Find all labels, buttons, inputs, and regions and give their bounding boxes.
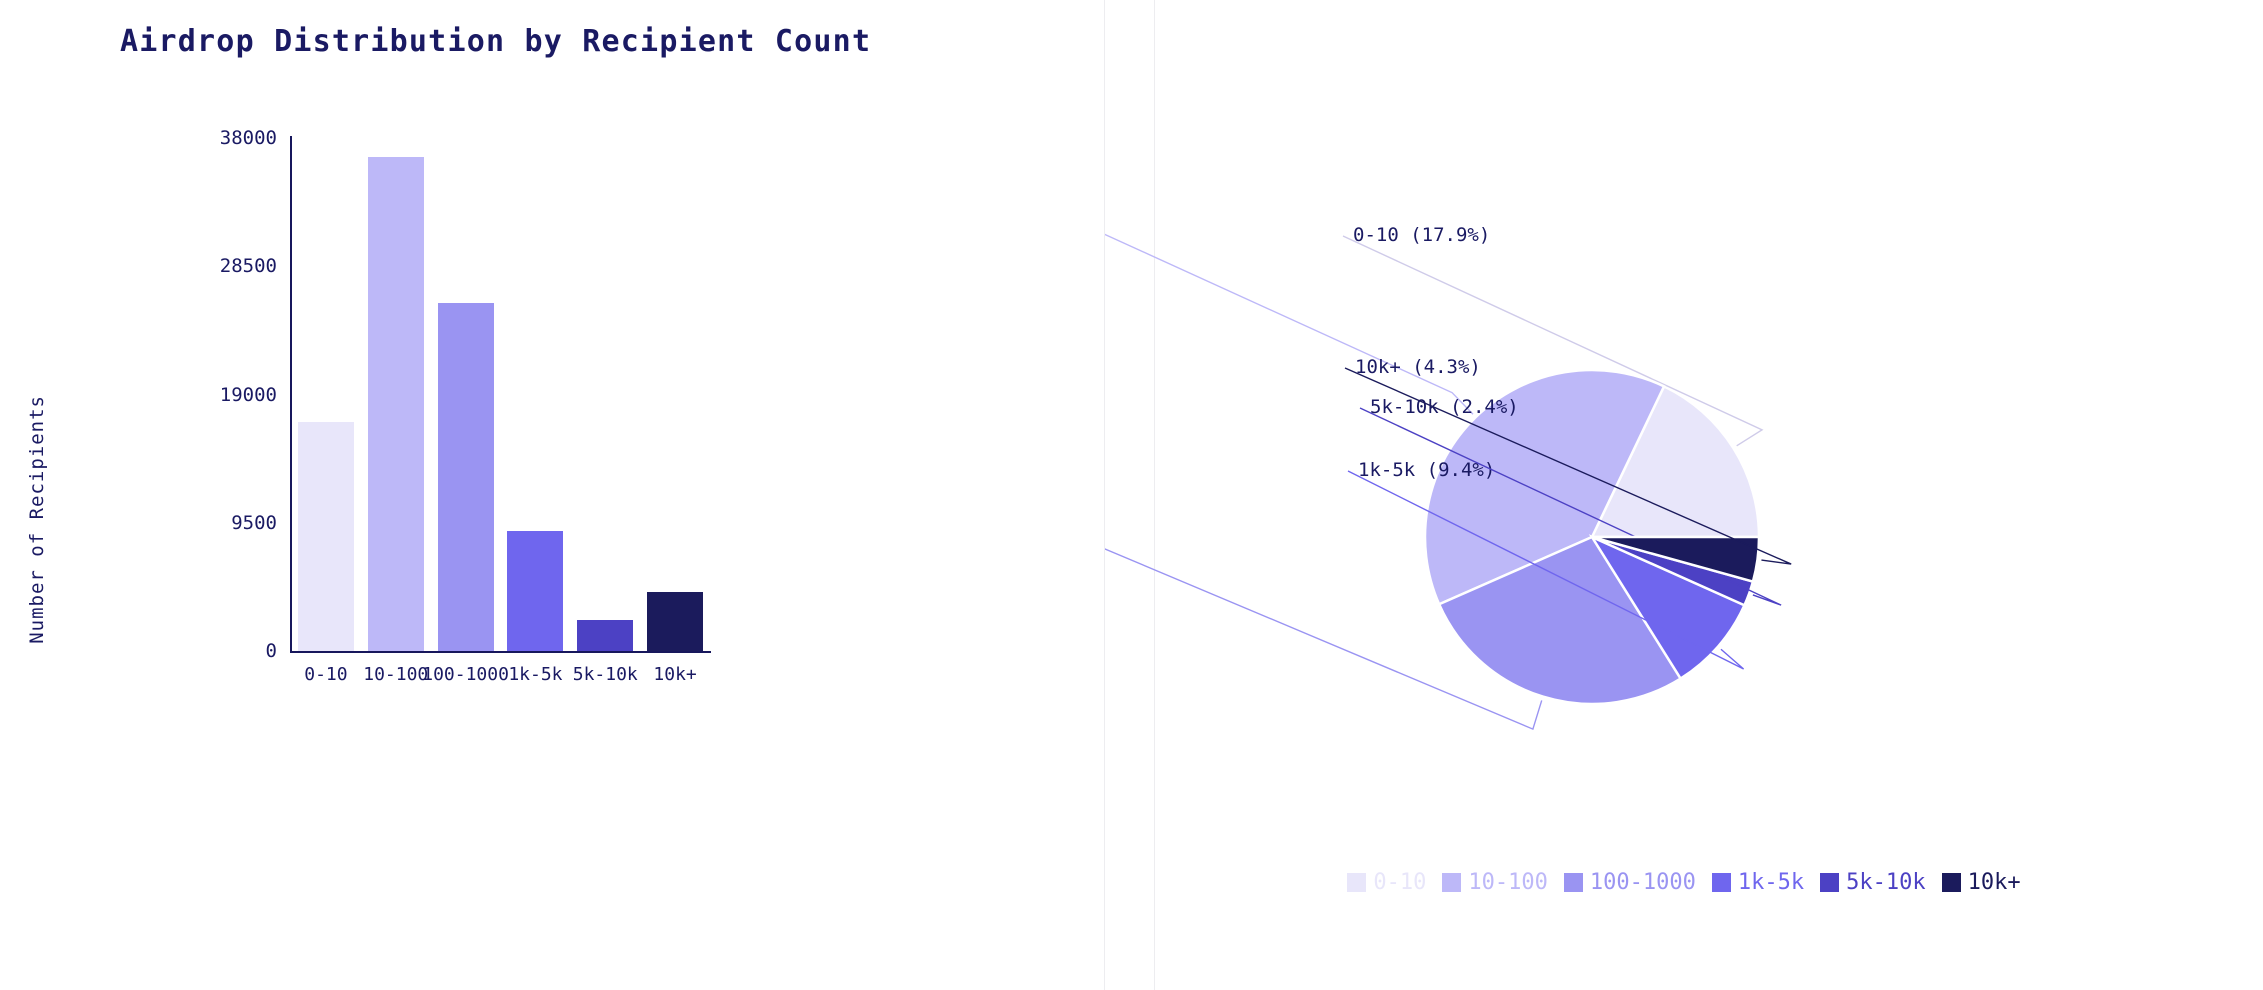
legend-item-0-10[interactable]: 0-10 [1347,870,1426,895]
bar-chart-x-tick: 10-100 [363,664,429,685]
pie-chart-svg: 0-10 (17.9%)10-100 (38.7%)100-1000 (27.3… [1105,224,1792,731]
legend-item-100-1000[interactable]: 100-1000 [1563,870,1696,895]
bar-chart-y-axis-label: Number of Recipients [26,395,48,644]
legend-label: 10k+ [1967,870,2021,895]
bar-chart-x-tick: 100-1000 [422,664,509,685]
bar-chart-x-tick: 1k-5k [508,664,563,685]
legend-swatch-icon [1711,873,1731,892]
pie-label-5k-10k: 5k-10k (2.4%) [1370,396,1519,418]
bar-100-1000[interactable] [437,302,494,651]
legend-label: 100-1000 [1589,870,1696,895]
bar-chart-x-tick: 5k-10k [572,664,638,685]
pie-chart-area: 0-10 (17.9%)10-100 (38.7%)100-1000 (27.3… [1105,0,2263,990]
legend-swatch-icon [1941,873,1961,892]
pie-label-0-10: 0-10 (17.9%) [1353,224,1490,246]
bar-chart-panel: Airdrop Distribution by Recipient Count … [0,0,1105,990]
bar-5k-10k[interactable] [577,619,634,651]
bar-chart-plot-area: 0 9500 19000 28500 38000 [220,127,710,662]
bar-chart-x-axis-line [290,651,711,653]
bar-chart-x-tick: 10k+ [653,664,697,685]
legend-swatch-icon [1820,873,1840,892]
legend-label: 10-100 [1468,870,1548,895]
bar-10-100[interactable] [367,156,424,651]
bar-chart-y-tick: 0 [265,640,277,662]
bar-chart-y-tick: 19000 [219,383,277,406]
bar-0-10[interactable] [297,421,354,651]
legend-swatch-icon [1442,873,1462,892]
airdrop-dashboard: Airdrop Distribution by Recipient Count … [0,0,2263,990]
pie-chart-legend: 0-10 10-100 100-1000 1k-5k 5k-10k 10k+ [1105,870,2263,895]
legend-item-10k+[interactable]: 10k+ [1941,870,2021,895]
legend-item-5k-10k[interactable]: 5k-10k [1820,870,1926,895]
legend-label: 5k-10k [1846,870,1926,895]
bar-chart-y-tick: 9500 [231,511,277,534]
legend-item-1k-5k[interactable]: 1k-5k [1711,870,1805,895]
legend-swatch-icon [1563,873,1583,892]
bar-chart-y-tick: 38000 [219,127,277,149]
legend-label: 0-10 [1373,870,1427,895]
bar-chart-x-tick: 0-10 [304,664,348,685]
pie-chart-panel: Airdrop Distribution by Amount Range 0-1… [1105,0,2263,990]
pie-label-10k+: 10k+ (4.3%) [1355,356,1481,378]
legend-swatch-icon [1347,873,1367,892]
bar-1k-5k[interactable] [507,530,564,651]
bar-10k+[interactable] [647,591,703,651]
bar-chart-title: Airdrop Distribution by Recipient Count [120,24,872,59]
bar-chart-y-tick: 28500 [219,255,277,278]
legend-item-10-100[interactable]: 10-100 [1442,870,1548,895]
legend-label: 1k-5k [1737,870,1805,895]
